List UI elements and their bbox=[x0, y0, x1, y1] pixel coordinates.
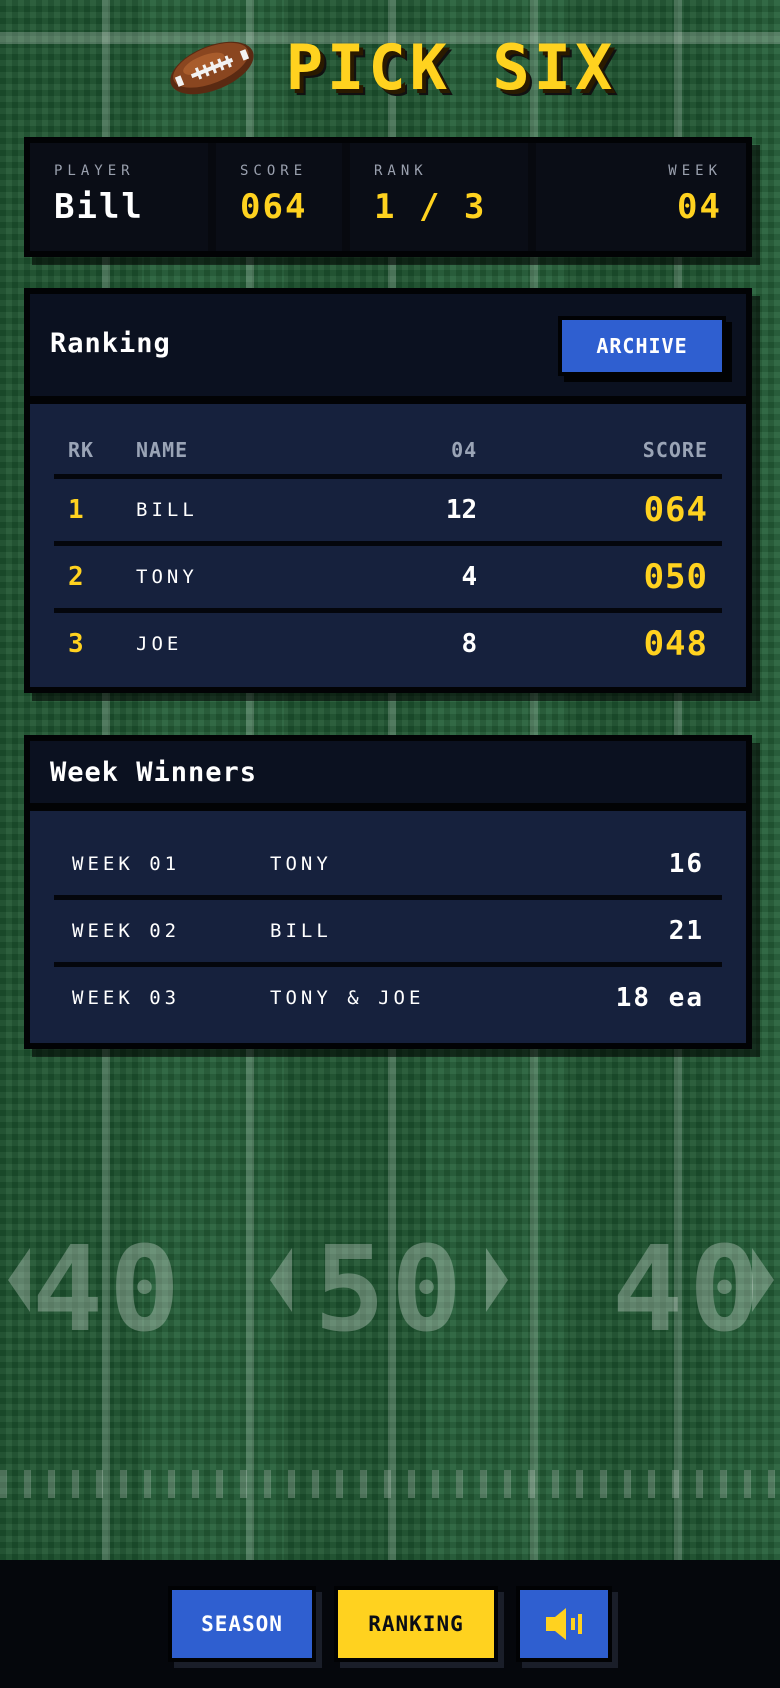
col-rk: RK bbox=[54, 428, 122, 479]
winner-week: WEEK 03 bbox=[72, 987, 181, 1009]
field-number-right: 40 bbox=[612, 1220, 767, 1358]
field-number-center: 50 bbox=[314, 1220, 469, 1358]
week-points-cell: 8 bbox=[461, 629, 478, 659]
bottom-nav: SEASON RANKING bbox=[0, 1560, 780, 1688]
speaker-icon bbox=[546, 1608, 582, 1640]
list-item: WEEK 02 BILL 21 bbox=[54, 900, 722, 967]
winner-week: WEEK 02 bbox=[72, 920, 181, 942]
name-cell: TONY bbox=[122, 543, 345, 613]
ranking-table: RK NAME 04 SCORE 1 BILL 12 064 2 TONY 4 bbox=[54, 428, 722, 675]
week-points-cell: 12 bbox=[344, 476, 492, 546]
winner-week: WEEK 01 bbox=[72, 853, 181, 875]
score-cell: 050 bbox=[491, 543, 722, 613]
winner-points: 21 bbox=[668, 916, 704, 946]
ranking-header: Ranking ARCHIVE bbox=[30, 294, 746, 404]
name-cell: BILL bbox=[122, 476, 345, 546]
col-score: SCORE bbox=[491, 428, 722, 479]
score-cell: 048 bbox=[643, 624, 708, 664]
field-number-left: 40 bbox=[32, 1220, 187, 1358]
field-arrow-left bbox=[8, 1248, 30, 1312]
week-label: WEEK bbox=[668, 163, 722, 179]
week-winners-panel: Week Winners WEEK 01 TONY 16 WEEK 02 BIL… bbox=[24, 735, 752, 1049]
col-name: NAME bbox=[122, 428, 345, 479]
winner-name: TONY bbox=[270, 853, 332, 875]
player-stats-bar: PLAYER Bill SCORE 064 RANK 1 / 3 WEEK 04 bbox=[24, 137, 752, 257]
rank-cell: 2 bbox=[54, 543, 122, 613]
ranking-body: RK NAME 04 SCORE 1 BILL 12 064 2 TONY 4 bbox=[30, 404, 746, 687]
score-cell: 064 bbox=[491, 476, 722, 546]
ranking-header-row: RK NAME 04 SCORE bbox=[54, 428, 722, 479]
table-row: 3 JOE 8 048 bbox=[54, 611, 722, 676]
app-title: PICK SIX bbox=[285, 31, 617, 104]
field-arrow-right bbox=[486, 1248, 508, 1312]
rank-cell: 3 bbox=[68, 629, 84, 659]
football-icon bbox=[170, 41, 254, 95]
week-winners-body: WEEK 01 TONY 16 WEEK 02 BILL 21 WEEK 03 … bbox=[30, 811, 746, 1043]
player-name: Bill bbox=[54, 187, 144, 227]
week-stat: WEEK 04 bbox=[536, 143, 746, 251]
sound-toggle-button[interactable] bbox=[516, 1586, 612, 1662]
name-cell: JOE bbox=[136, 633, 183, 655]
ranking-panel: Ranking ARCHIVE RK NAME 04 SCORE 1 BILL … bbox=[24, 288, 752, 693]
score-value: 064 bbox=[240, 187, 308, 227]
week-points-cell: 4 bbox=[344, 543, 492, 613]
col-week: 04 bbox=[344, 428, 492, 479]
winner-points: 18 ea bbox=[615, 983, 704, 1013]
rank-stat: RANK 1 / 3 bbox=[350, 143, 528, 251]
week-winners-header: Week Winners bbox=[30, 741, 746, 811]
season-button[interactable]: SEASON bbox=[168, 1586, 316, 1662]
week-value: 04 bbox=[677, 187, 722, 227]
field-arrow-right bbox=[752, 1248, 774, 1312]
field-arrow-left bbox=[270, 1248, 292, 1312]
player-label: PLAYER bbox=[54, 163, 135, 179]
ranking-title: Ranking bbox=[50, 328, 171, 359]
winner-points: 16 bbox=[668, 849, 704, 879]
table-row: 1 BILL 12 064 bbox=[54, 476, 722, 546]
field-hash-marks bbox=[0, 1470, 780, 1498]
winner-name: BILL bbox=[270, 920, 332, 942]
winner-name: TONY & JOE bbox=[270, 987, 425, 1009]
player-stat: PLAYER Bill bbox=[30, 143, 208, 251]
table-row: 2 TONY 4 050 bbox=[54, 543, 722, 613]
rank-label: RANK bbox=[374, 163, 428, 179]
score-stat: SCORE 064 bbox=[216, 143, 342, 251]
app-header: PICK SIX bbox=[0, 30, 780, 106]
list-item: WEEK 03 TONY & JOE 18 ea bbox=[54, 967, 722, 1029]
list-item: WEEK 01 TONY 16 bbox=[54, 833, 722, 900]
archive-button[interactable]: ARCHIVE bbox=[558, 316, 726, 376]
rank-value: 1 / 3 bbox=[374, 187, 487, 227]
score-label: SCORE bbox=[240, 163, 308, 179]
week-winners-title: Week Winners bbox=[50, 757, 258, 788]
rank-cell: 1 bbox=[54, 476, 122, 546]
ranking-button[interactable]: RANKING bbox=[334, 1586, 498, 1662]
